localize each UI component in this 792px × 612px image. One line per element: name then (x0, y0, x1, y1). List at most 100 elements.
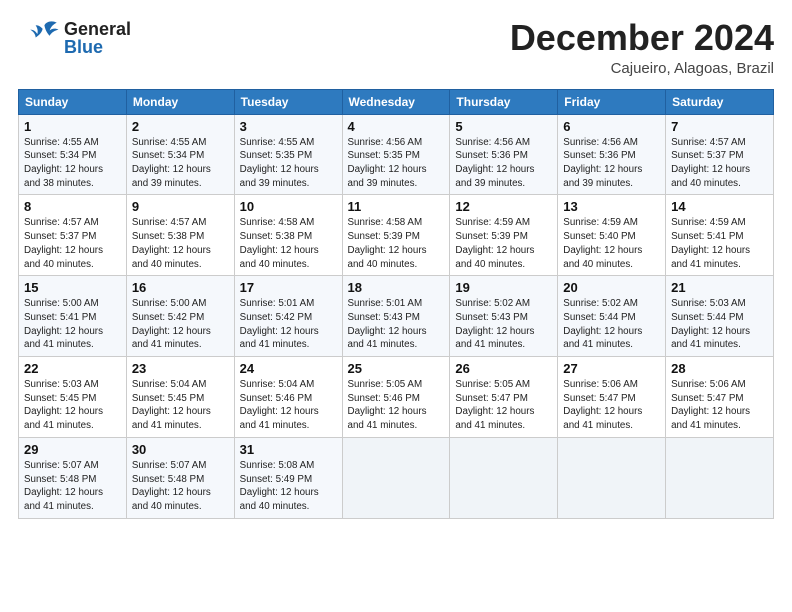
day-info: Sunrise: 4:57 AM Sunset: 5:38 PM Dayligh… (132, 216, 229, 271)
day-number: 21 (671, 280, 768, 295)
calendar-cell: 31 Sunrise: 5:08 AM Sunset: 5:49 PM Dayli… (234, 437, 342, 518)
calendar-cell: 29 Sunrise: 5:07 AM Sunset: 5:48 PM Dayli… (19, 437, 127, 518)
day-number: 19 (455, 280, 552, 295)
day-number: 5 (455, 119, 552, 134)
day-info: Sunrise: 4:55 AM Sunset: 5:34 PM Dayligh… (24, 136, 121, 191)
day-number: 20 (563, 280, 660, 295)
day-number: 24 (240, 361, 337, 376)
day-info: Sunrise: 4:57 AM Sunset: 5:37 PM Dayligh… (671, 136, 768, 191)
page-container: General Blue December 2024 Cajueiro, Ala… (0, 0, 792, 529)
day-number: 6 (563, 119, 660, 134)
calendar-cell: 19 Sunrise: 5:02 AM Sunset: 5:43 PM Dayli… (450, 276, 558, 357)
day-number: 17 (240, 280, 337, 295)
day-number: 3 (240, 119, 337, 134)
col-thursday: Thursday (450, 89, 558, 114)
calendar-cell: 4Sunrise: 4:56 AM Sunset: 5:35 PM Daylig… (342, 114, 450, 195)
logo-blue-text: Blue (64, 38, 131, 56)
logo-general-text: General (64, 20, 131, 38)
day-number: 26 (455, 361, 552, 376)
day-info: Sunrise: 5:01 AM Sunset: 5:42 PM Dayligh… (240, 297, 337, 352)
calendar-cell: 13 Sunrise: 4:59 AM Sunset: 5:40 PM Dayli… (558, 195, 666, 276)
day-info: Sunrise: 5:05 AM Sunset: 5:47 PM Dayligh… (455, 378, 552, 433)
day-number: 10 (240, 199, 337, 214)
day-number: 18 (348, 280, 445, 295)
calendar-cell: 30 Sunrise: 5:07 AM Sunset: 5:48 PM Dayli… (126, 437, 234, 518)
calendar-row: 1Sunrise: 4:55 AM Sunset: 5:34 PM Daylig… (19, 114, 774, 195)
day-info: Sunrise: 5:06 AM Sunset: 5:47 PM Dayligh… (563, 378, 660, 433)
col-monday: Monday (126, 89, 234, 114)
day-info: Sunrise: 5:03 AM Sunset: 5:44 PM Dayligh… (671, 297, 768, 352)
calendar-row: 22 Sunrise: 5:03 AM Sunset: 5:45 PM Dayli… (19, 357, 774, 438)
logo-icon (18, 18, 62, 58)
day-info: Sunrise: 5:02 AM Sunset: 5:43 PM Dayligh… (455, 297, 552, 352)
logo: General Blue (18, 18, 131, 58)
header: General Blue December 2024 Cajueiro, Ala… (18, 18, 774, 77)
day-info: Sunrise: 4:58 AM Sunset: 5:39 PM Dayligh… (348, 216, 445, 271)
day-info: Sunrise: 5:07 AM Sunset: 5:48 PM Dayligh… (132, 459, 229, 514)
day-info: Sunrise: 4:55 AM Sunset: 5:34 PM Dayligh… (132, 136, 229, 191)
calendar-cell: 25Sunrise: 5:05 AM Sunset: 5:46 PM Dayli… (342, 357, 450, 438)
day-info: Sunrise: 5:00 AM Sunset: 5:42 PM Dayligh… (132, 297, 229, 352)
col-sunday: Sunday (19, 89, 127, 114)
calendar-cell: 3 Sunrise: 4:55 AM Sunset: 5:35 PM Daylig… (234, 114, 342, 195)
day-info: Sunrise: 4:56 AM Sunset: 5:36 PM Dayligh… (563, 136, 660, 191)
day-info: Sunrise: 5:05 AM Sunset: 5:46 PM Dayligh… (348, 378, 445, 433)
calendar-table: Sunday Monday Tuesday Wednesday Thursday… (18, 89, 774, 519)
calendar-cell: 15 Sunrise: 5:00 AM Sunset: 5:41 PM Dayli… (19, 276, 127, 357)
day-number: 2 (132, 119, 229, 134)
day-number: 11 (348, 199, 445, 214)
day-number: 16 (132, 280, 229, 295)
calendar-cell: 27 Sunrise: 5:06 AM Sunset: 5:47 PM Dayli… (558, 357, 666, 438)
calendar-row: 29 Sunrise: 5:07 AM Sunset: 5:48 PM Dayli… (19, 437, 774, 518)
day-info: Sunrise: 5:04 AM Sunset: 5:45 PM Dayligh… (132, 378, 229, 433)
title-block: December 2024 Cajueiro, Alagoas, Brazil (510, 18, 774, 77)
month-title: December 2024 (510, 18, 774, 58)
calendar-cell: 11 Sunrise: 4:58 AM Sunset: 5:39 PM Dayli… (342, 195, 450, 276)
day-number: 30 (132, 442, 229, 457)
calendar-cell: 21 Sunrise: 5:03 AM Sunset: 5:44 PM Dayli… (666, 276, 774, 357)
day-number: 31 (240, 442, 337, 457)
header-row: Sunday Monday Tuesday Wednesday Thursday… (19, 89, 774, 114)
calendar-body: 1Sunrise: 4:55 AM Sunset: 5:34 PM Daylig… (19, 114, 774, 518)
day-number: 14 (671, 199, 768, 214)
day-info: Sunrise: 5:02 AM Sunset: 5:44 PM Dayligh… (563, 297, 660, 352)
day-info: Sunrise: 4:56 AM Sunset: 5:35 PM Dayligh… (348, 136, 445, 191)
location-subtitle: Cajueiro, Alagoas, Brazil (510, 60, 774, 77)
day-number: 15 (24, 280, 121, 295)
calendar-row: 15 Sunrise: 5:00 AM Sunset: 5:41 PM Dayli… (19, 276, 774, 357)
day-number: 9 (132, 199, 229, 214)
calendar-cell: 10 Sunrise: 4:58 AM Sunset: 5:38 PM Dayli… (234, 195, 342, 276)
calendar-cell: 20 Sunrise: 5:02 AM Sunset: 5:44 PM Dayli… (558, 276, 666, 357)
calendar-cell: 23 Sunrise: 5:04 AM Sunset: 5:45 PM Dayli… (126, 357, 234, 438)
day-info: Sunrise: 5:07 AM Sunset: 5:48 PM Dayligh… (24, 459, 121, 514)
day-info: Sunrise: 5:00 AM Sunset: 5:41 PM Dayligh… (24, 297, 121, 352)
day-number: 12 (455, 199, 552, 214)
day-info: Sunrise: 4:59 AM Sunset: 5:40 PM Dayligh… (563, 216, 660, 271)
day-info: Sunrise: 5:03 AM Sunset: 5:45 PM Dayligh… (24, 378, 121, 433)
calendar-cell: 14 Sunrise: 4:59 AM Sunset: 5:41 PM Dayli… (666, 195, 774, 276)
day-number: 22 (24, 361, 121, 376)
calendar-cell: 9 Sunrise: 4:57 AM Sunset: 5:38 PM Daylig… (126, 195, 234, 276)
calendar-cell: 5 Sunrise: 4:56 AM Sunset: 5:36 PM Daylig… (450, 114, 558, 195)
day-info: Sunrise: 4:56 AM Sunset: 5:36 PM Dayligh… (455, 136, 552, 191)
calendar-cell: 6 Sunrise: 4:56 AM Sunset: 5:36 PM Daylig… (558, 114, 666, 195)
day-number: 8 (24, 199, 121, 214)
day-number: 23 (132, 361, 229, 376)
day-info: Sunrise: 5:01 AM Sunset: 5:43 PM Dayligh… (348, 297, 445, 352)
day-info: Sunrise: 5:04 AM Sunset: 5:46 PM Dayligh… (240, 378, 337, 433)
calendar-header: Sunday Monday Tuesday Wednesday Thursday… (19, 89, 774, 114)
calendar-cell: 1Sunrise: 4:55 AM Sunset: 5:34 PM Daylig… (19, 114, 127, 195)
day-info: Sunrise: 4:59 AM Sunset: 5:41 PM Dayligh… (671, 216, 768, 271)
day-info: Sunrise: 4:55 AM Sunset: 5:35 PM Dayligh… (240, 136, 337, 191)
day-number: 28 (671, 361, 768, 376)
day-number: 27 (563, 361, 660, 376)
day-number: 13 (563, 199, 660, 214)
day-info: Sunrise: 4:57 AM Sunset: 5:37 PM Dayligh… (24, 216, 121, 271)
col-wednesday: Wednesday (342, 89, 450, 114)
day-info: Sunrise: 4:58 AM Sunset: 5:38 PM Dayligh… (240, 216, 337, 271)
col-friday: Friday (558, 89, 666, 114)
calendar-cell (666, 437, 774, 518)
day-info: Sunrise: 5:08 AM Sunset: 5:49 PM Dayligh… (240, 459, 337, 514)
day-number: 29 (24, 442, 121, 457)
day-number: 7 (671, 119, 768, 134)
